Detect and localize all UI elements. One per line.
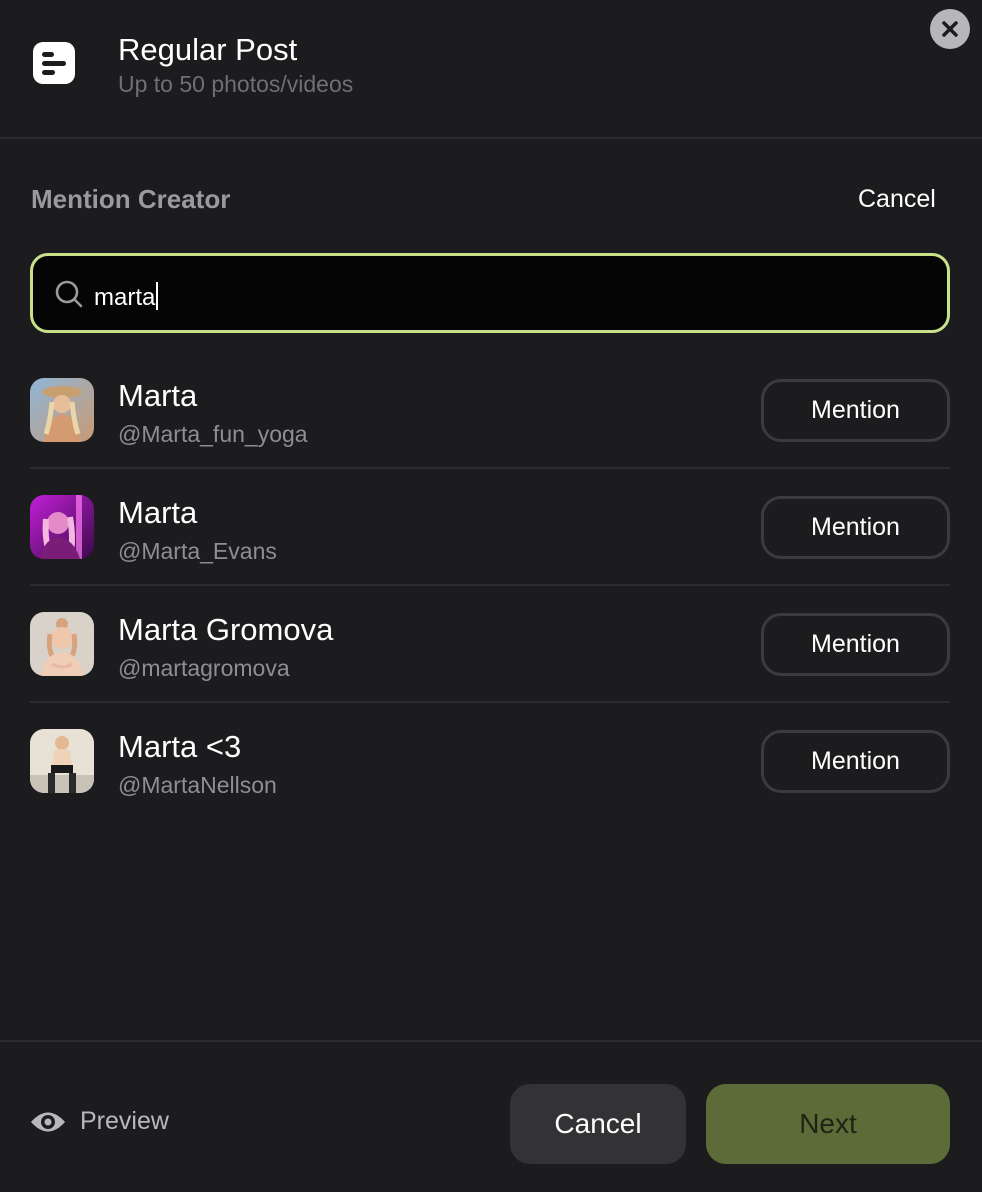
modal-header: Regular Post Up to 50 photos/videos xyxy=(0,0,982,139)
eye-icon xyxy=(31,1112,65,1131)
creator-name: Marta <3 xyxy=(118,729,242,764)
creator-handle: @Marta_fun_yoga xyxy=(118,421,308,447)
creator-handle: @MartaNellson xyxy=(118,772,277,798)
creator-search-field[interactable]: marta xyxy=(30,253,950,333)
mention-button[interactable]: Mention xyxy=(761,613,950,676)
avatar xyxy=(30,612,94,676)
search-icon xyxy=(55,280,83,308)
preview-label: Preview xyxy=(80,1107,169,1135)
close-icon xyxy=(942,21,958,37)
creator-result-row: Marta @Marta_Evans Mention xyxy=(30,469,950,586)
creator-name: Marta xyxy=(118,378,198,413)
cancel-button[interactable]: Cancel xyxy=(510,1084,686,1164)
creator-results-list: Marta @Marta_fun_yoga Mention Marta @Mar… xyxy=(30,352,950,820)
mention-button[interactable]: Mention xyxy=(761,730,950,793)
creator-handle: @martagromova xyxy=(118,655,290,681)
creator-name: Marta xyxy=(118,495,198,530)
modal-footer: Preview Cancel Next xyxy=(0,1040,982,1192)
next-button[interactable]: Next xyxy=(706,1084,950,1164)
avatar xyxy=(30,729,94,793)
post-type-title: Regular Post xyxy=(118,32,298,67)
avatar xyxy=(30,378,94,442)
creator-handle: @Marta_Evans xyxy=(118,538,277,564)
mention-button[interactable]: Mention xyxy=(761,496,950,559)
text-caret xyxy=(156,282,159,310)
preview-toggle[interactable]: Preview xyxy=(30,1107,169,1136)
search-input[interactable]: marta xyxy=(94,282,159,312)
creator-result-row: Marta @Marta_fun_yoga Mention xyxy=(30,352,950,469)
creator-result-row: Marta Gromova @martagromova Mention xyxy=(30,586,950,703)
close-button[interactable] xyxy=(930,9,970,49)
post-type-subtitle: Up to 50 photos/videos xyxy=(118,71,354,97)
post-type-icon xyxy=(33,42,75,84)
mention-button[interactable]: Mention xyxy=(761,379,950,442)
create-post-modal: Regular Post Up to 50 photos/videos Ment… xyxy=(0,0,982,1192)
avatar xyxy=(30,495,94,559)
creator-name: Marta Gromova xyxy=(118,612,334,647)
mention-creator-title: Mention Creator xyxy=(31,184,231,214)
creator-result-row: Marta <3 @MartaNellson Mention xyxy=(30,703,950,820)
mention-cancel-link[interactable]: Cancel xyxy=(858,185,936,214)
